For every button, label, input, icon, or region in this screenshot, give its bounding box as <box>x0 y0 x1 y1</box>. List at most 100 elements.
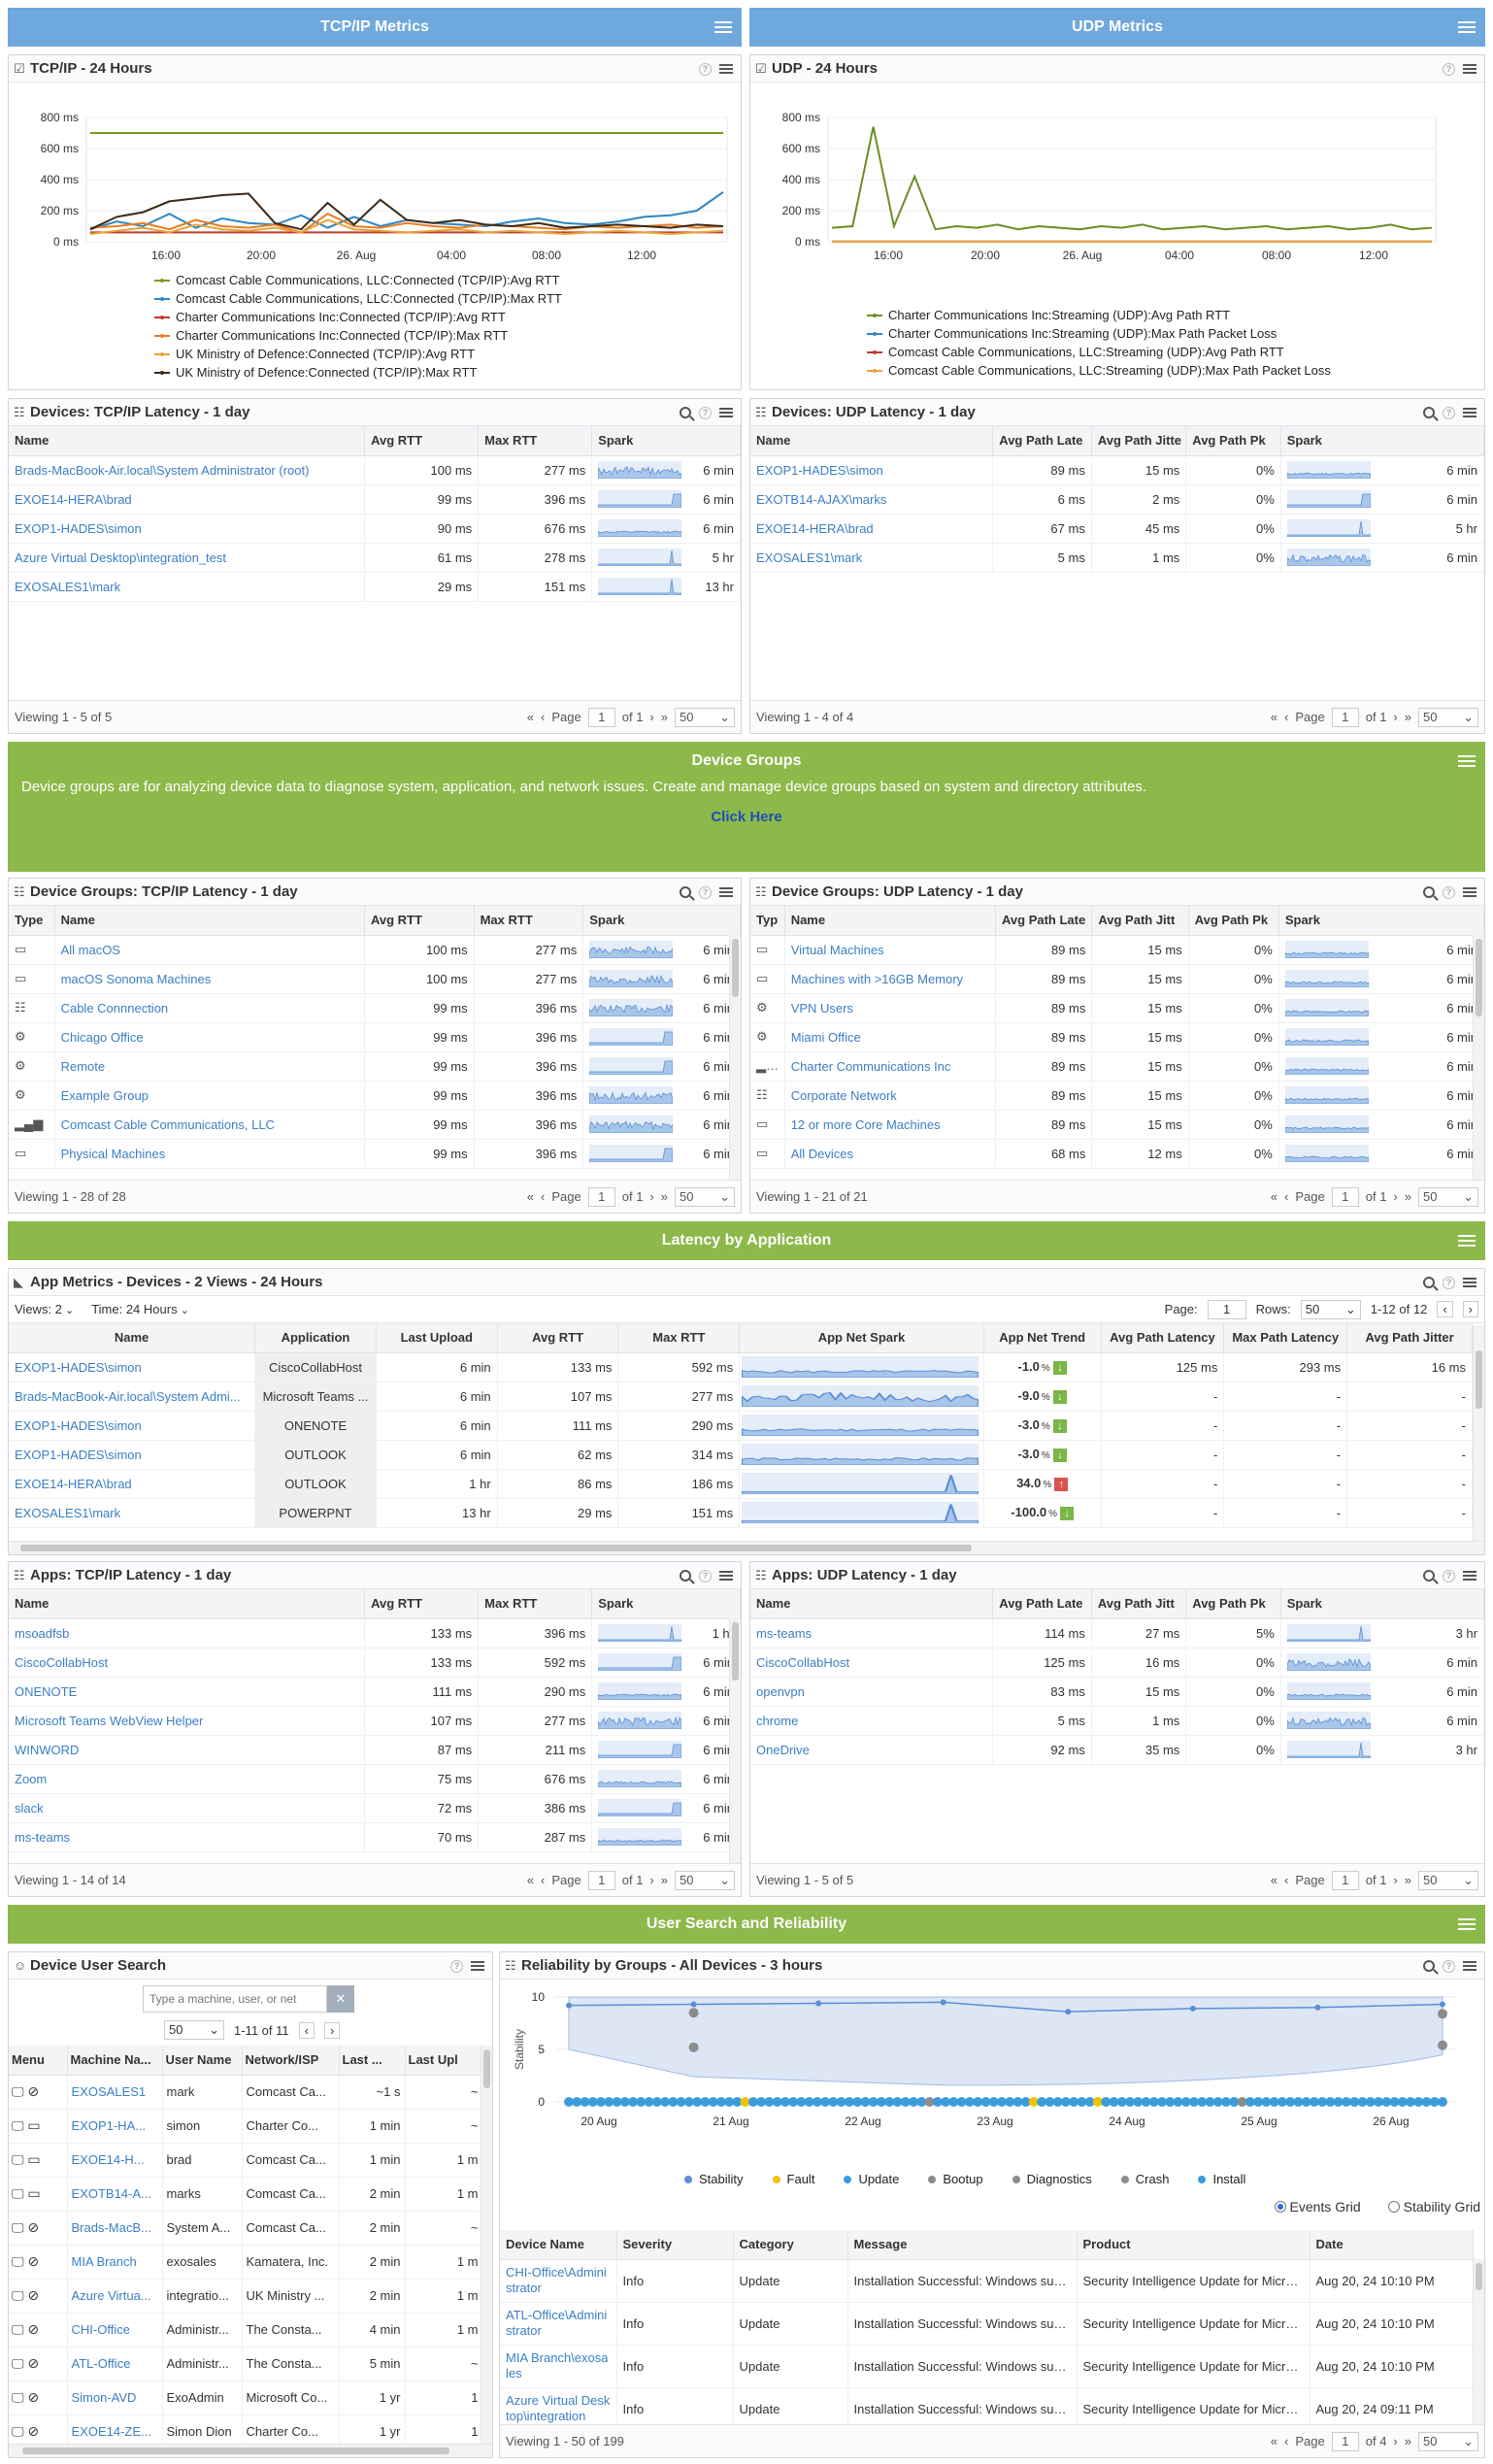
monitor-icon[interactable]: 🖵 <box>12 2390 24 2405</box>
search-icon[interactable] <box>1423 1960 1435 1972</box>
prev-page-button[interactable]: ‹ <box>298 2021 315 2039</box>
column-header[interactable]: Name <box>784 906 997 936</box>
search-icon[interactable] <box>1423 1570 1435 1582</box>
monitor-icon[interactable]: 🖵 <box>12 2118 24 2133</box>
time-dropdown[interactable]: Time: 24 Hours <box>91 1302 189 1316</box>
row-name-link[interactable]: EXOE14-HERA\brad <box>9 484 366 515</box>
column-header[interactable]: Max RTT <box>478 426 593 456</box>
device-name-link[interactable]: CHI-Office\Administrator <box>500 2259 617 2303</box>
table-row[interactable]: Microsoft Teams WebView Helper 107 ms 277 … <box>9 1706 741 1736</box>
column-header[interactable]: Product <box>1077 2230 1311 2260</box>
block-icon[interactable]: ⊘ <box>24 2321 39 2337</box>
first-page-button[interactable]: « <box>527 710 534 724</box>
prev-page-button[interactable]: ‹ <box>541 1873 545 1887</box>
row-name-link[interactable]: WINWORD <box>9 1735 366 1765</box>
next-page-button[interactable]: › <box>1393 1189 1397 1204</box>
column-header[interactable]: Avg Path Pk <box>1188 906 1279 936</box>
table-row[interactable]: ▂▄▆ Charter Communications Inc 89 ms 15 ms 0… <box>750 1051 1484 1082</box>
row-menu[interactable]: 🖵 ⊘ <box>9 2347 68 2381</box>
page-size-select[interactable]: 50 ⌄ <box>1418 2431 1478 2451</box>
page-size-select[interactable]: 50 ⌄ <box>1418 1186 1478 1207</box>
column-header[interactable]: Spark <box>591 1589 741 1619</box>
legend-item[interactable]: Comcast Cable Communications, LLC:Stream… <box>867 343 1331 361</box>
row-menu[interactable]: 🖵 ⊘ <box>9 2279 68 2314</box>
column-header[interactable]: Avg RTT <box>364 426 480 456</box>
page-size-select[interactable]: 50 ⌄ <box>675 707 735 727</box>
search-icon[interactable] <box>1423 886 1435 898</box>
first-page-button[interactable]: « <box>527 1189 534 1204</box>
legend-item[interactable]: Charter Communications Inc:Connected (TC… <box>154 308 562 326</box>
block-icon[interactable]: ⊘ <box>24 2423 39 2439</box>
row-menu[interactable]: 🖵 ▭ <box>9 2143 68 2178</box>
next-page-button[interactable]: › <box>323 2021 341 2039</box>
search-input[interactable] <box>143 1985 327 2013</box>
table-row[interactable]: 🖵 ⊘ EXOSALES1 mark Comcast Ca... ~1 s ~ <box>9 2075 483 2110</box>
horizontal-scrollbar[interactable] <box>9 2444 492 2457</box>
stability-point[interactable] <box>1189 2005 1196 2012</box>
table-row[interactable]: Brads-MacBook-Air.local\System Admi... Mi… <box>9 1382 1473 1412</box>
legend-item[interactable]: Comcast Cable Communications, LLC:Connec… <box>154 271 562 289</box>
legend-item[interactable]: Update <box>844 2172 899 2186</box>
legend-item[interactable]: Fault <box>772 2172 814 2186</box>
page-input[interactable]: 1 <box>1331 2431 1359 2451</box>
stability-point[interactable] <box>1065 2009 1072 2015</box>
search-icon[interactable] <box>680 1570 691 1582</box>
row-menu[interactable]: 🖵 ⊘ <box>9 2211 68 2246</box>
table-row[interactable]: EXOSALES1\mark 5 ms 1 ms 0% 6 min <box>750 543 1484 573</box>
table-row[interactable]: ☷ Corporate Network 89 ms 15 ms 0% 6 min <box>750 1081 1484 1111</box>
table-row[interactable]: ⚙ Remote 99 ms 396 ms 6 min <box>9 1051 741 1082</box>
window-icon[interactable]: ▭ <box>24 2185 40 2201</box>
row-name-link[interactable]: EXOP1-HADES\simon <box>9 1440 256 1470</box>
prev-page-button[interactable]: ‹ <box>541 710 545 724</box>
column-header[interactable]: Name <box>54 906 365 936</box>
column-header[interactable]: Machine Na... <box>67 2046 163 2076</box>
row-name-link[interactable]: openvpn <box>750 1677 994 1707</box>
legend-item[interactable]: Stability <box>684 2172 744 2186</box>
monitor-icon[interactable]: 🖵 <box>12 2322 24 2337</box>
column-header[interactable]: Category <box>733 2230 848 2260</box>
table-row[interactable]: WINWORD 87 ms 211 ms 6 min <box>9 1735 741 1765</box>
table-row[interactable]: Zoom 75 ms 676 ms 6 min <box>9 1764 741 1794</box>
column-header[interactable]: Menu <box>9 2046 68 2076</box>
help-icon[interactable]: ? <box>450 1959 463 1973</box>
row-menu[interactable]: 🖵 ⊘ <box>9 2381 68 2415</box>
row-name-link[interactable]: OneDrive <box>750 1735 994 1765</box>
column-header[interactable]: Avg Path Jitter <box>1346 1323 1473 1353</box>
column-header[interactable]: Name <box>750 1589 994 1619</box>
table-row[interactable]: OneDrive 92 ms 35 ms 0% 3 hr <box>750 1735 1484 1765</box>
table-row[interactable]: EXOP1-HADES\simon OUTLOOK 6 min 62 ms 314 ms… <box>9 1440 1473 1470</box>
row-name-link[interactable]: EXOE14-HERA\brad <box>750 514 994 544</box>
table-row[interactable]: ▭ macOS Sonoma Machines 100 ms 277 ms 6 min <box>9 964 741 994</box>
row-name-link[interactable]: Zoom <box>9 1764 366 1794</box>
help-icon[interactable]: ? <box>699 885 712 899</box>
next-page-button[interactable]: › <box>1393 710 1397 724</box>
stability-point[interactable] <box>815 2000 822 2007</box>
vertical-scrollbar[interactable] <box>729 935 741 1180</box>
help-icon[interactable]: ? <box>1443 1276 1455 1289</box>
row-name-link[interactable]: slack <box>9 1793 366 1823</box>
column-header[interactable]: Avg Path Late <box>995 906 1093 936</box>
row-name-link[interactable]: EXOP1-HADES\simon <box>9 1352 256 1382</box>
page-input[interactable]: 1 <box>1207 1299 1246 1319</box>
column-header[interactable]: App Net Spark <box>739 1323 984 1353</box>
first-page-button[interactable]: « <box>527 1873 534 1887</box>
help-icon[interactable]: ? <box>1443 406 1455 419</box>
legend-item[interactable]: UK Ministry of Defence:Connected (TCP/IP… <box>154 345 562 363</box>
column-header[interactable]: Avg RTT <box>497 1323 619 1353</box>
column-header[interactable]: Date <box>1310 2230 1474 2260</box>
menu-icon[interactable] <box>719 64 733 74</box>
menu-icon[interactable] <box>1463 1571 1476 1581</box>
menu-icon[interactable] <box>471 1961 484 1971</box>
row-name-link[interactable]: EXOSALES1\mark <box>9 1498 256 1528</box>
column-header[interactable]: Spark <box>1280 426 1484 456</box>
column-header[interactable]: Max RTT <box>474 906 584 936</box>
rows-select[interactable]: 50 ⌄ <box>1300 1299 1361 1319</box>
first-page-button[interactable]: « <box>1271 1189 1277 1204</box>
column-header[interactable]: Avg Path Latency <box>1101 1323 1225 1353</box>
block-icon[interactable]: ⊘ <box>24 2219 39 2235</box>
prev-page-button[interactable]: ‹ <box>1284 1873 1288 1887</box>
stability-point[interactable] <box>1440 2001 1445 2008</box>
next-page-button[interactable]: › <box>1393 2434 1397 2448</box>
row-name-link[interactable]: EXOP1-HADES\simon <box>9 514 366 544</box>
table-row[interactable]: Azure Virtual Desktop\integration_test 61… <box>9 543 741 573</box>
